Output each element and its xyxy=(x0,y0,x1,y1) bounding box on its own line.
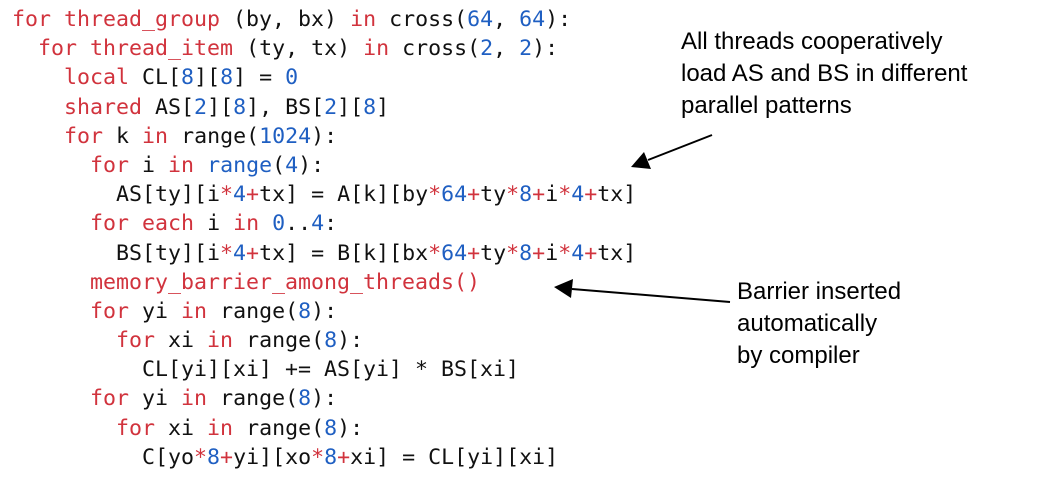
arrow-to-load-loop xyxy=(631,134,713,169)
annotation-arrows xyxy=(554,134,731,303)
arrow-to-barrier xyxy=(554,279,731,303)
